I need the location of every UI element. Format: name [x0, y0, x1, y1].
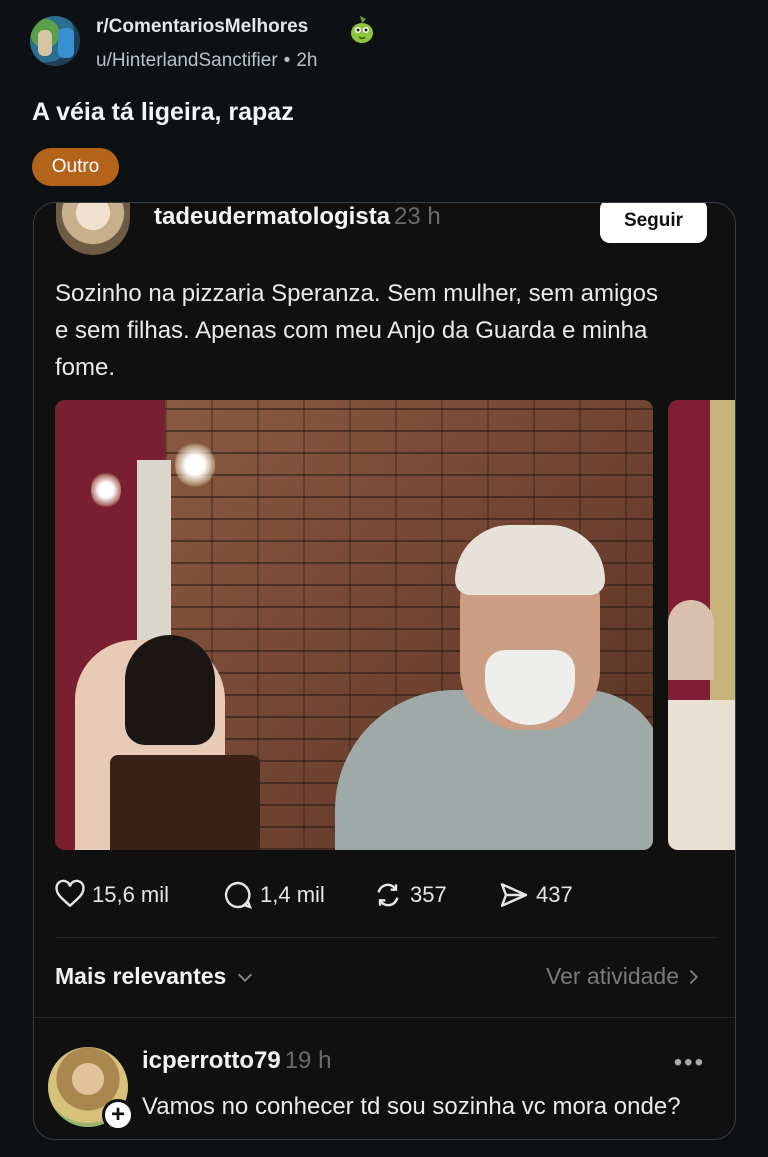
threads-post-text: Sozinho na pizzaria Speranza. Sem mulher… — [55, 280, 658, 381]
view-activity-link: Ver atividade — [546, 963, 703, 990]
threads-time: 23 h — [394, 203, 441, 230]
chevron-right-icon — [689, 969, 699, 984]
post-age: 2h — [296, 50, 318, 71]
subreddit-avatar[interactable] — [30, 16, 80, 66]
post-header: r/ComentariosMelhores u/HinterlandSancti… — [30, 14, 730, 78]
threads-username: tadeudermatologista 23 h — [154, 203, 441, 231]
threads-stats: 15,6 mil 1,4 mil 357 437 — [54, 875, 714, 915]
activity-label: Ver atividade — [546, 963, 679, 989]
post-title[interactable]: A véia tá ligeira, rapaz — [32, 98, 294, 127]
threads-avatar — [56, 203, 130, 255]
divider — [34, 1017, 735, 1018]
pizzeria-selfie-photo — [55, 400, 653, 850]
follow-button: Seguir — [600, 203, 707, 243]
reposts-stat: 357 — [372, 875, 447, 915]
sort-label: Mais relevantes — [55, 963, 227, 989]
more-options-icon: ••• — [673, 1049, 705, 1076]
reposts-count: 357 — [410, 882, 447, 907]
plus-icon: + — [102, 1099, 134, 1131]
comment-username-text: icperrotto79 — [142, 1047, 281, 1074]
post-meta: u/HinterlandSanctifier • 2h — [96, 50, 317, 72]
shares-stat: 437 — [498, 875, 573, 915]
share-icon — [500, 883, 528, 907]
sort-dropdown: Mais relevantes — [55, 963, 256, 990]
comment-username: icperrotto79 19 h — [142, 1047, 331, 1075]
comment-time: 19 h — [284, 1047, 332, 1074]
likes-stat: 15,6 mil — [54, 875, 169, 915]
threads-username-text: tadeudermatologista — [154, 203, 391, 230]
divider — [55, 937, 717, 938]
post-image[interactable]: tadeudermatologista 23 h Seguir Sozinho n… — [33, 202, 736, 1140]
subreddit-name[interactable]: r/ComentariosMelhores — [96, 16, 308, 38]
meta-separator: • — [283, 50, 291, 71]
comment-bubble-icon — [224, 881, 253, 909]
flair-badge[interactable]: Outro — [32, 148, 119, 186]
likes-count: 15,6 mil — [92, 882, 170, 907]
mascot-icon — [351, 16, 373, 43]
comments-count: 1,4 mil — [260, 882, 325, 907]
comments-stat: 1,4 mil — [222, 875, 325, 915]
second-photo-preview — [668, 400, 735, 850]
shares-count: 437 — [536, 882, 573, 907]
author-link[interactable]: u/HinterlandSanctifier — [96, 50, 278, 71]
chevron-down-icon — [238, 973, 253, 982]
heart-icon — [55, 879, 85, 908]
comment-text: Vamos no conhecer td sou sozinha vc mora… — [142, 1093, 681, 1120]
repost-icon — [377, 883, 399, 907]
